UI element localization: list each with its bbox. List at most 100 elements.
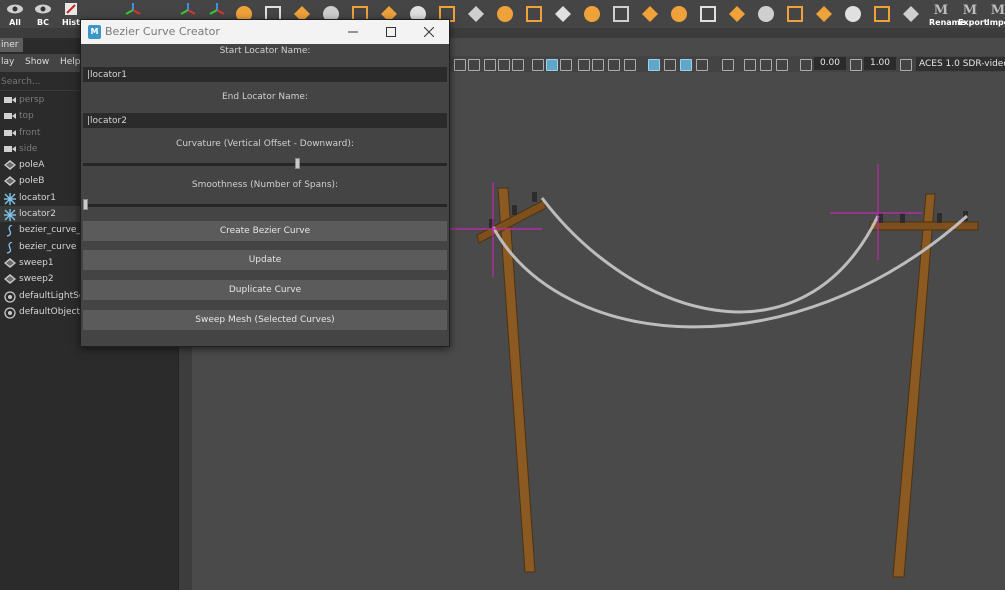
- mesh-icon: [4, 160, 16, 171]
- window-title: Bezier Curve Creator: [105, 25, 220, 38]
- shelf-tool-icon[interactable]: [495, 4, 515, 24]
- shelf-tool-icon[interactable]: [814, 4, 834, 24]
- ao-icon[interactable]: [608, 59, 620, 71]
- film-gate-icon[interactable]: [512, 59, 524, 71]
- set-icon: [4, 307, 16, 319]
- menu-display[interactable]: lay: [1, 57, 14, 67]
- menu-help[interactable]: Help: [60, 57, 81, 67]
- shelf-tool-icon[interactable]: [785, 4, 805, 24]
- locator1-gizmo[interactable]: [450, 182, 542, 277]
- smooth-shade-icon[interactable]: [546, 59, 558, 71]
- xray-joints-icon[interactable]: [680, 59, 692, 71]
- gamma-field[interactable]: 1.00: [864, 57, 896, 70]
- textured-icon[interactable]: [560, 59, 572, 71]
- shelf-button-label: Rename: [929, 18, 966, 27]
- shadows-icon[interactable]: [592, 59, 604, 71]
- create-bezier-curve-button[interactable]: Create Bezier Curve: [83, 221, 447, 241]
- move-tool-icon: [125, 3, 141, 15]
- end-locator-label: End Locator Name:: [222, 92, 308, 102]
- maximize-button[interactable]: [372, 20, 410, 44]
- xray-active-icon[interactable]: [696, 59, 708, 71]
- color-space-dropdown[interactable]: ACES 1.0 SDR-video (s: [916, 57, 1005, 71]
- shelf-tool-icon[interactable]: [582, 4, 602, 24]
- camera-icon: [4, 95, 16, 105]
- resolution-gate-icon[interactable]: [760, 59, 772, 71]
- isolate-select-icon[interactable]: [648, 59, 660, 71]
- slider-handle[interactable]: [295, 158, 300, 169]
- exposure-icon[interactable]: [800, 59, 812, 71]
- curvature-label: Curvature (Vertical Offset - Downward):: [176, 139, 354, 149]
- outliner-item-label: side: [19, 143, 38, 154]
- shelf-tool-icon[interactable]: [698, 4, 718, 24]
- antialias-icon[interactable]: [624, 59, 636, 71]
- xray-icon[interactable]: [664, 59, 676, 71]
- menu-show[interactable]: Show: [25, 57, 49, 67]
- maya-m-shelf-button[interactable]: M Export: [958, 2, 988, 27]
- shelf-button-label: Impo: [986, 18, 1005, 27]
- locator-icon: [4, 209, 16, 222]
- color-management-icon[interactable]: [900, 59, 912, 71]
- shelf-tool-icon[interactable]: [727, 4, 747, 24]
- locator2-gizmo[interactable]: [830, 164, 922, 260]
- image-plane-icon[interactable]: [484, 59, 496, 71]
- mesh-icon: [4, 274, 16, 285]
- safe-area-icon[interactable]: [776, 59, 788, 71]
- eye-shelf-button[interactable]: BC: [31, 2, 55, 27]
- shelf-tool-icon[interactable]: [901, 4, 921, 24]
- eye-icon: [35, 4, 51, 14]
- shelf-tool-icon[interactable]: [872, 4, 892, 24]
- sweep-wire-2: [540, 197, 880, 314]
- duplicate-curve-button[interactable]: Duplicate Curve: [83, 280, 447, 300]
- outliner-tab[interactable]: iner: [0, 38, 23, 52]
- select-camera-icon[interactable]: [722, 59, 734, 71]
- shelf-tool-icon[interactable]: [466, 4, 486, 24]
- end-locator-input[interactable]: [83, 113, 447, 128]
- maya-m-shelf-button[interactable]: M Impo: [986, 2, 1005, 27]
- start-locator-input[interactable]: [83, 67, 447, 82]
- shelf-tool-icon[interactable]: [756, 4, 776, 24]
- shelf-tool-icon[interactable]: [640, 4, 660, 24]
- camera-icon: [4, 111, 16, 121]
- minimize-icon: [348, 31, 358, 33]
- svg-text:M: M: [963, 3, 977, 16]
- lights-icon[interactable]: [578, 59, 590, 71]
- grid-icon[interactable]: [498, 59, 510, 71]
- maya-m-shelf-button[interactable]: M Rename: [929, 2, 966, 27]
- slider-handle[interactable]: [83, 199, 88, 210]
- outliner-item-label: poleA: [19, 160, 45, 171]
- maya-m-icon: M: [963, 3, 977, 16]
- shelf-tool-icon[interactable]: [843, 4, 863, 24]
- outliner-item-label: bezier_curve: [19, 241, 77, 252]
- history-icon: [65, 3, 77, 15]
- sweep-mesh-button[interactable]: Sweep Mesh (Selected Curves): [83, 310, 447, 330]
- eye-icon: [7, 4, 23, 14]
- bezier-curve-creator-window: M Bezier Curve Creator Start Locator Nam…: [80, 19, 450, 347]
- shelf-button-label: Export: [958, 18, 988, 27]
- mesh-icon: [4, 176, 16, 187]
- outliner-item-label: sweep1: [19, 257, 54, 268]
- shelf-tool-icon[interactable]: [524, 4, 544, 24]
- hud-icon[interactable]: [744, 59, 756, 71]
- outliner-item-label: front: [19, 127, 41, 138]
- gamma-icon[interactable]: [850, 59, 862, 71]
- exposure-field[interactable]: 0.00: [814, 57, 846, 70]
- minimize-button[interactable]: [334, 20, 372, 44]
- camera-attributes-icon[interactable]: [454, 59, 466, 71]
- eye-shelf-button[interactable]: All: [3, 2, 27, 27]
- shelf-tool-icon[interactable]: [669, 4, 689, 24]
- shelf-tool-icon[interactable]: [553, 4, 573, 24]
- start-locator-label: Start Locator Name:: [219, 46, 311, 56]
- outliner-item-label: defaultLightSet: [19, 290, 88, 301]
- maximize-icon: [386, 27, 396, 37]
- curvature-slider[interactable]: [83, 158, 447, 170]
- wireframe-icon[interactable]: [532, 59, 544, 71]
- window-titlebar[interactable]: M Bezier Curve Creator: [81, 20, 449, 44]
- smoothness-slider[interactable]: [83, 199, 447, 211]
- bookmark-icon[interactable]: [468, 59, 480, 71]
- outliner-item-label: poleB: [19, 176, 45, 187]
- update-button[interactable]: Update: [83, 250, 447, 270]
- close-icon: [424, 27, 434, 37]
- shelf-tool-icon[interactable]: [611, 4, 631, 24]
- close-button[interactable]: [410, 20, 448, 44]
- scale-tool-icon: [209, 3, 225, 15]
